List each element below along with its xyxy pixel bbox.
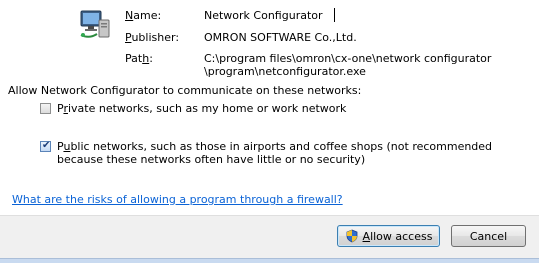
- firewall-risks-link[interactable]: What are the risks of allowing a program…: [12, 193, 343, 206]
- path-value-line1: C:\program files\omron\cx-one\network co…: [204, 52, 492, 65]
- name-label: Name:: [125, 9, 162, 22]
- publisher-label: Publisher:: [125, 31, 180, 44]
- networks-heading: Allow Network Configurator to communicat…: [8, 84, 362, 97]
- name-value: Network Configurator: [204, 9, 323, 22]
- allow-access-label: Allow access: [362, 229, 433, 243]
- text-cursor: [334, 8, 335, 22]
- path-label: Path:: [125, 52, 153, 65]
- uac-shield-icon: [346, 229, 357, 243]
- public-networks-label[interactable]: Public networks, such as those in airpor…: [57, 140, 492, 153]
- public-networks-label-line2: because these networks often have little…: [57, 153, 366, 166]
- private-networks-checkbox[interactable]: [40, 103, 51, 114]
- private-networks-label[interactable]: Private networks, such as my home or wor…: [57, 102, 346, 115]
- window-border: [0, 258, 539, 263]
- checkmark-icon: ✔: [42, 140, 51, 151]
- path-value-line2: \program\netconfigurator.exe: [204, 65, 366, 78]
- network-computer-icon: [79, 8, 111, 40]
- dialog-footer: Allow access Cancel: [0, 215, 539, 263]
- allow-access-button[interactable]: Allow access: [337, 225, 440, 247]
- public-networks-checkbox[interactable]: ✔: [40, 140, 51, 152]
- cancel-button[interactable]: Cancel: [451, 225, 526, 247]
- publisher-value: OMRON SOFTWARE Co.,Ltd.: [204, 31, 357, 44]
